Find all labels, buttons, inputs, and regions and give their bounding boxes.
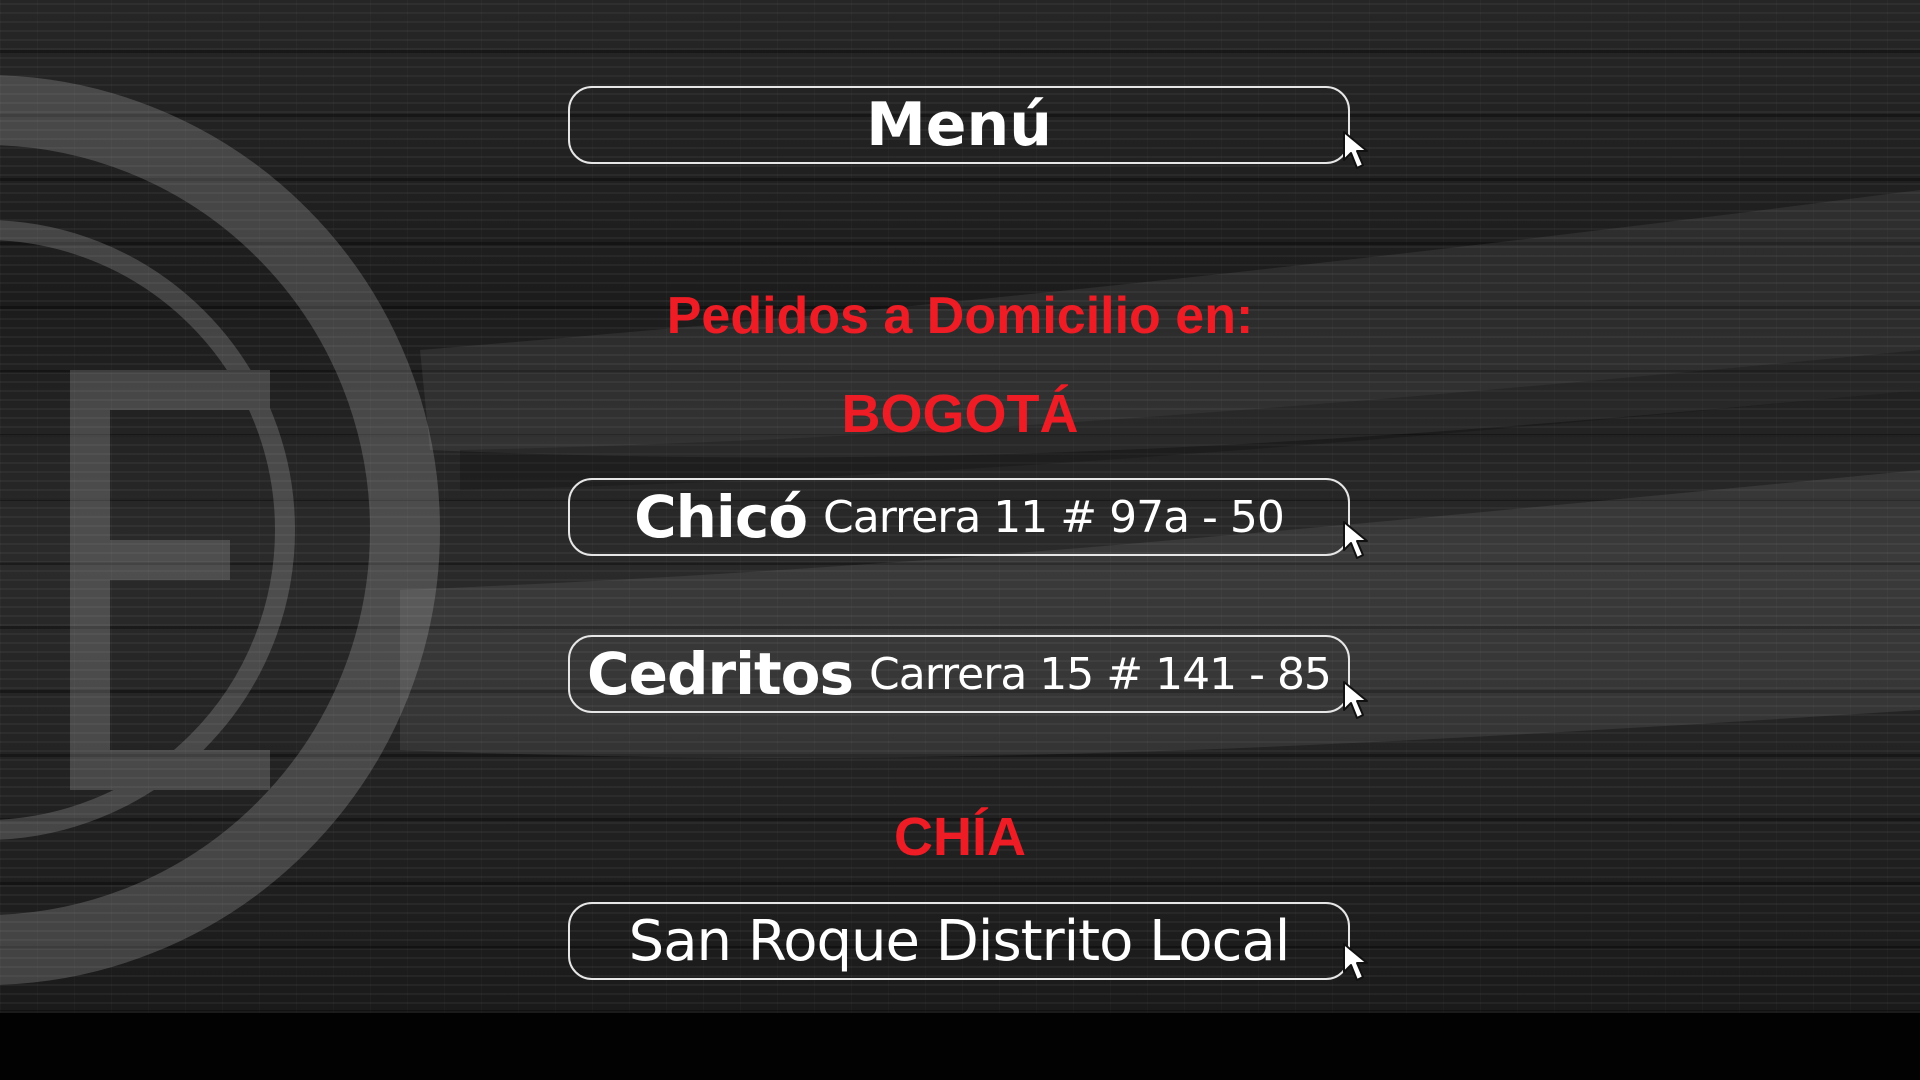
location-chico-button[interactable]: Chicó Carrera 11 # 97a - 50 (568, 478, 1350, 556)
location-cedritos-address: Carrera 15 # 141 - 85 (869, 648, 1332, 700)
location-san-roque-button[interactable]: San Roque Distrito Local (568, 902, 1350, 980)
delivery-title: Pedidos a Domicilio en: (666, 287, 1254, 345)
bottom-bar (0, 1013, 1920, 1080)
city-chia-heading: CHÍA (894, 807, 1026, 867)
menu-button[interactable]: Menú (568, 86, 1350, 164)
location-san-roque-name: San Roque Distrito Local (628, 908, 1291, 974)
location-chico-name: Chicó (634, 483, 808, 551)
location-chico-address: Carrera 11 # 97a - 50 (823, 491, 1285, 543)
city-bogota-heading: BOGOTÁ (841, 384, 1079, 444)
location-cedritos-button[interactable]: Cedritos Carrera 15 # 141 - 85 (568, 635, 1350, 713)
location-cedritos-name: Cedritos (587, 640, 854, 708)
menu-button-label: Menú (866, 90, 1052, 160)
